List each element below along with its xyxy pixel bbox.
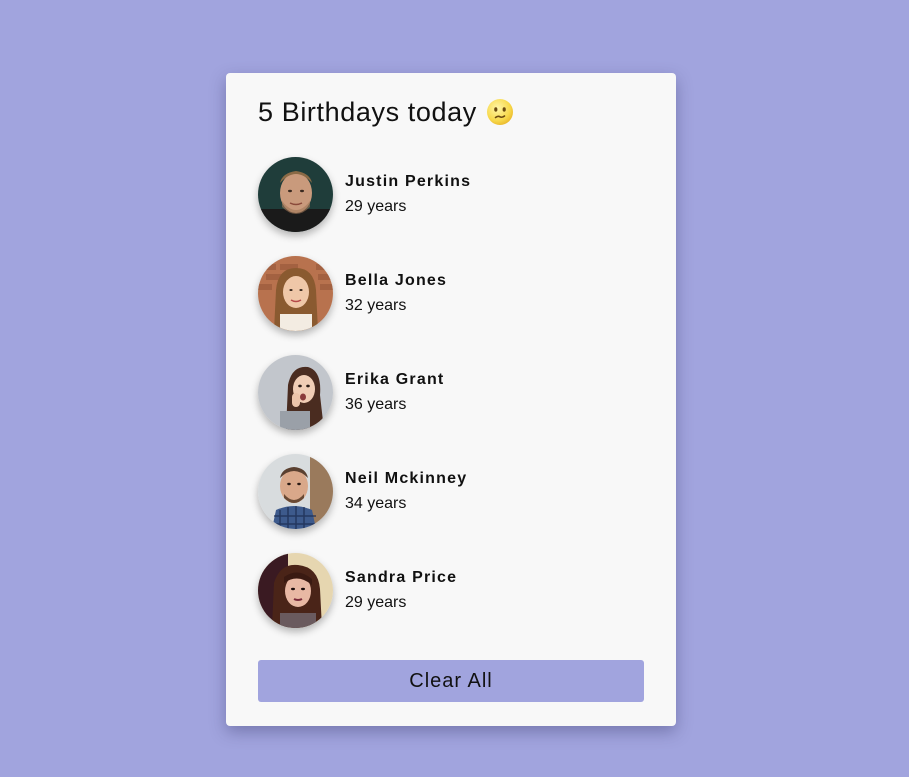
title-text: 5 Birthdays today <box>258 96 477 127</box>
avatar <box>258 454 333 529</box>
list-item: Sandra Price 29 years <box>258 553 644 628</box>
person-name: Sandra Price <box>345 569 458 586</box>
avatar <box>258 355 333 430</box>
list-item: Erika Grant 36 years <box>258 355 644 430</box>
avatar <box>258 256 333 331</box>
person-photo-icon <box>258 256 333 331</box>
person-photo-icon <box>258 553 333 628</box>
person-photo-icon <box>258 157 333 232</box>
person-age: 29 years <box>345 198 407 215</box>
person-name: Justin Perkins <box>345 173 472 190</box>
list-item: Neil Mckinney 34 years <box>258 454 644 529</box>
person-name: Neil Mckinney <box>345 470 468 487</box>
avatar <box>258 157 333 232</box>
person-photo-icon <box>258 355 333 430</box>
birthday-card: 5 Birthdays today Justin Perkins 29 year… <box>226 73 676 726</box>
person-age: 32 years <box>345 297 407 314</box>
page-title: 5 Birthdays today <box>258 93 644 131</box>
person-name: Erika Grant <box>345 371 445 388</box>
list-item: Justin Perkins 29 years <box>258 157 644 232</box>
person-age: 29 years <box>345 594 407 611</box>
avatar <box>258 553 333 628</box>
person-name: Bella Jones <box>345 272 448 289</box>
person-age: 34 years <box>345 495 407 512</box>
person-age: 36 years <box>345 396 407 413</box>
person-photo-icon <box>258 454 333 529</box>
confused-face-icon <box>486 98 514 126</box>
list-item: Bella Jones 32 years <box>258 256 644 331</box>
clear-all-button[interactable]: Clear All <box>258 660 644 702</box>
birthday-list: Justin Perkins 29 years Bella Jones 32 y… <box>258 157 644 628</box>
